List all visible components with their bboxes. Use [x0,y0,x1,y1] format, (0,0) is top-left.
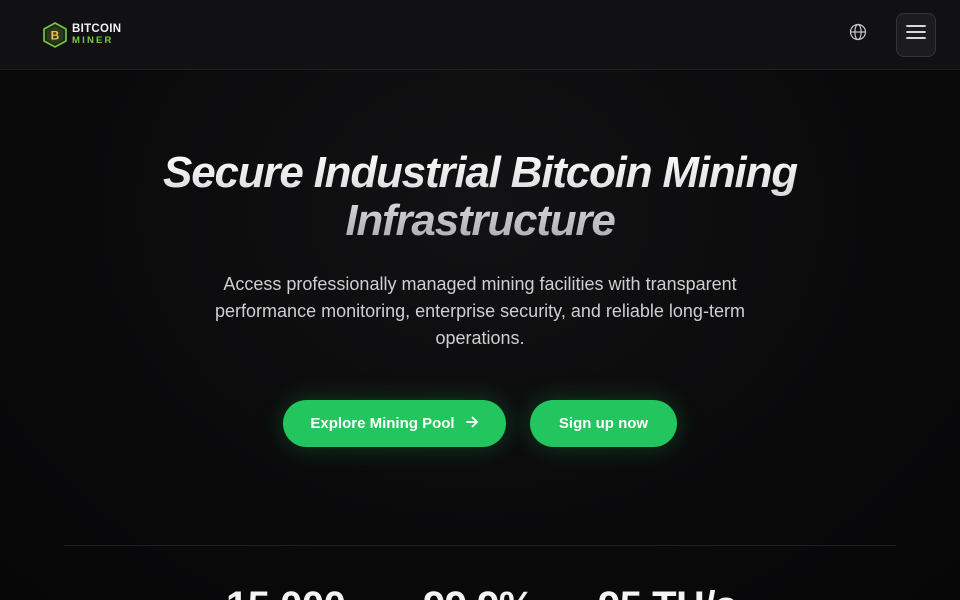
brand-wordmark: BITCOIN MINER [72,22,122,46]
globe-icon [849,23,867,46]
hamburger-menu-icon [906,24,926,45]
menu-button[interactable] [896,12,936,57]
cta-buttons: Explore Mining Pool Sign up now [0,400,960,447]
stat-value-3: 95 TH/s [598,586,737,600]
sign-up-button[interactable]: Sign up now [530,400,677,447]
hero-section: Secure Industrial Bitcoin Mining Infrast… [0,70,960,447]
hero-title: Secure Industrial Bitcoin Mining Infrast… [120,149,840,245]
language-button[interactable] [846,23,870,47]
brand-logo[interactable]: B BITCOIN MINER [42,20,121,50]
svg-text:B: B [51,28,60,42]
brand-name-line1: BITCOIN [72,22,122,35]
stat-value-2: 99.9% [423,586,534,600]
hero-subtitle: Access professionally managed mining fac… [215,274,745,348]
header-actions [846,12,936,57]
section-divider [64,545,896,546]
stat-value-1: 15,000 [226,586,346,600]
top-navbar: B BITCOIN MINER [0,0,960,70]
bitcoin-hexagon-logo-icon: B [42,21,68,48]
explore-mining-pool-button[interactable]: Explore Mining Pool [283,400,506,447]
arrow-right-icon [465,415,479,433]
brand-name-line2: MINER [72,35,114,46]
stats-row: 15,000 99.9% 95 TH/s [0,586,960,600]
page: B BITCOIN MINER Secure Industrial Bitcoi… [0,0,960,600]
explore-mining-pool-label: Explore Mining Pool [310,415,455,432]
